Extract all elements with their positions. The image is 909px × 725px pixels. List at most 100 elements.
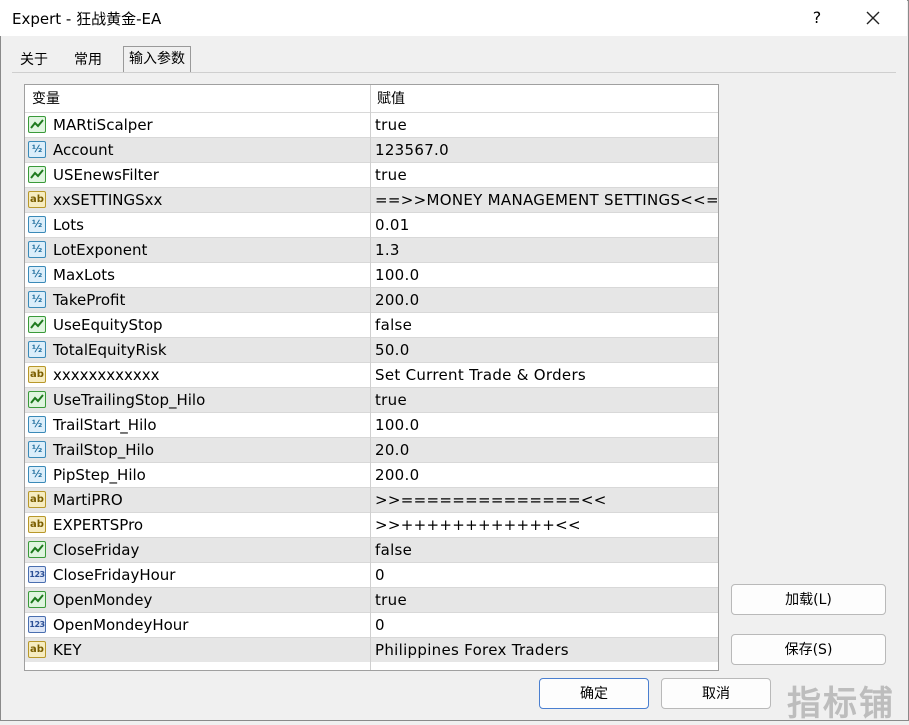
table-row[interactable]: MARtiScalper true xyxy=(25,112,718,137)
double-icon: ½ xyxy=(28,416,46,433)
parameter-name: MARtiScalper xyxy=(53,116,153,134)
tab-inputs[interactable]: 输入参数 xyxy=(123,46,191,73)
save-button[interactable]: 保存(S) xyxy=(731,634,886,665)
parameter-value[interactable]: 100.0 xyxy=(375,413,419,437)
parameter-value[interactable]: 0 xyxy=(375,563,385,587)
column-divider[interactable] xyxy=(370,85,371,670)
parameter-name: OpenMondey xyxy=(53,591,153,609)
parameter-value[interactable]: 20.0 xyxy=(375,438,410,462)
bool-icon xyxy=(28,391,46,408)
int-icon: 123 xyxy=(28,566,46,583)
close-button[interactable] xyxy=(852,3,894,33)
input-parameters-table: 变量 赋值 MARtiScalper true ½ Account 123567.0 US… xyxy=(24,84,719,671)
table-row[interactable]: ab EXPERTSPro >>++++++++++++<< xyxy=(25,512,718,537)
parameter-value[interactable]: true xyxy=(375,388,407,412)
parameter-value[interactable]: Philippines Forex Traders xyxy=(375,638,569,662)
parameter-name: UseTrailingStop_Hilo xyxy=(53,391,206,409)
parameter-name: EXPERTSPro xyxy=(53,516,144,534)
tab-common[interactable]: 常用 xyxy=(68,48,108,72)
table-row[interactable]: ½ LotExponent 1.3 xyxy=(25,237,718,262)
parameter-name: USEnewsFilter xyxy=(53,166,159,184)
table-row[interactable]: OpenMondey true xyxy=(25,587,718,612)
parameter-name: xxSETTINGSxx xyxy=(53,191,163,209)
string-icon: ab xyxy=(28,641,46,658)
table-row[interactable]: ½ TotalEquityRisk 50.0 xyxy=(25,337,718,362)
table-row[interactable]: ab MartiPRO >>==============<< xyxy=(25,487,718,512)
table-row[interactable]: 123 OpenMondeyHour 0 xyxy=(25,612,718,637)
bool-icon xyxy=(28,166,46,183)
parameter-value[interactable]: 0 xyxy=(375,613,385,637)
bool-icon xyxy=(28,116,46,133)
int-icon: 123 xyxy=(28,616,46,633)
parameter-value[interactable]: >>++++++++++++<< xyxy=(375,513,581,537)
parameter-value[interactable]: 200.0 xyxy=(375,288,419,312)
table-row[interactable]: ½ Account 123567.0 xyxy=(25,137,718,162)
parameter-name: TakeProfit xyxy=(53,291,126,309)
parameter-name: TrailStart_Hilo xyxy=(53,416,157,434)
double-icon: ½ xyxy=(28,291,46,308)
bool-icon xyxy=(28,541,46,558)
parameter-name: PipStep_Hilo xyxy=(53,466,146,484)
header-value[interactable]: 赋值 xyxy=(370,85,718,112)
double-icon: ½ xyxy=(28,216,46,233)
table-row[interactable]: ½ TrailStart_Hilo 100.0 xyxy=(25,412,718,437)
parameter-value[interactable]: false xyxy=(375,538,412,562)
double-icon: ½ xyxy=(28,466,46,483)
table-row[interactable]: ½ PipStep_Hilo 200.0 xyxy=(25,462,718,487)
load-button[interactable]: 加载(L) xyxy=(731,584,886,615)
table-row[interactable]: USEnewsFilter true xyxy=(25,162,718,187)
header-variable[interactable]: 变量 xyxy=(25,85,370,112)
parameter-value[interactable]: 200.0 xyxy=(375,463,419,487)
table-row[interactable]: ab xxSETTINGSxx ==>>MONEY MANAGEMENT SETTI… xyxy=(25,187,718,212)
double-icon: ½ xyxy=(28,266,46,283)
double-icon: ½ xyxy=(28,441,46,458)
parameter-value[interactable]: true xyxy=(375,163,407,187)
parameter-value[interactable]: 1.3 xyxy=(375,238,400,262)
table-row[interactable]: ½ TrailStop_Hilo 20.0 xyxy=(25,437,718,462)
parameter-value[interactable]: 123567.0 xyxy=(375,138,449,162)
parameter-value[interactable]: 50.0 xyxy=(375,338,410,362)
table-row[interactable]: UseEquityStop false xyxy=(25,312,718,337)
parameter-name: Account xyxy=(53,141,114,159)
table-row[interactable]: CloseFriday false xyxy=(25,537,718,562)
double-icon: ½ xyxy=(28,141,46,158)
watermark-logo: 指标铺 xyxy=(787,684,895,724)
close-icon xyxy=(866,11,880,25)
double-icon: ½ xyxy=(28,241,46,258)
parameter-name: CloseFridayHour xyxy=(53,566,176,584)
string-icon: ab xyxy=(28,366,46,383)
parameter-value[interactable]: true xyxy=(375,113,407,137)
parameter-value[interactable]: >>==============<< xyxy=(375,488,607,512)
window-title: Expert - 狂战黄金-EA xyxy=(12,10,162,28)
parameter-value[interactable]: Set Current Trade & Orders xyxy=(375,363,586,387)
parameter-name: LotExponent xyxy=(53,241,148,259)
string-icon: ab xyxy=(28,191,46,208)
parameter-value[interactable]: 100.0 xyxy=(375,263,419,287)
parameter-value[interactable]: false xyxy=(375,313,412,337)
table-row[interactable]: ab KEY Philippines Forex Traders xyxy=(25,637,718,662)
parameter-name: OpenMondeyHour xyxy=(53,616,189,634)
table-row[interactable]: ½ TakeProfit 200.0 xyxy=(25,287,718,312)
tab-about[interactable]: 关于 xyxy=(14,48,54,72)
cancel-button[interactable]: 取消 xyxy=(661,678,771,709)
table-row[interactable]: ½ MaxLots 100.0 xyxy=(25,262,718,287)
parameter-name: KEY xyxy=(53,641,82,659)
string-icon: ab xyxy=(28,516,46,533)
double-icon: ½ xyxy=(28,341,46,358)
table-row[interactable]: ½ Lots 0.01 xyxy=(25,212,718,237)
table-header: 变量 赋值 xyxy=(25,85,718,112)
table-row[interactable]: UseTrailingStop_Hilo true xyxy=(25,387,718,412)
bool-icon xyxy=(28,591,46,608)
string-icon: ab xyxy=(28,491,46,508)
table-row[interactable]: ab xxxxxxxxxxxx Set Current Trade & Orders xyxy=(25,362,718,387)
ok-button[interactable]: 确定 xyxy=(539,678,649,709)
parameter-value[interactable]: ==>>MONEY MANAGEMENT SETTINGS<<== xyxy=(375,188,718,212)
parameter-name: CloseFriday xyxy=(53,541,140,559)
parameter-name: Lots xyxy=(53,216,84,234)
parameter-value[interactable]: 0.01 xyxy=(375,213,410,237)
bool-icon xyxy=(28,316,46,333)
parameter-value[interactable]: true xyxy=(375,588,407,612)
parameter-name: MaxLots xyxy=(53,266,115,284)
table-row[interactable]: 123 CloseFridayHour 0 xyxy=(25,562,718,587)
help-button[interactable]: ? xyxy=(800,3,834,33)
